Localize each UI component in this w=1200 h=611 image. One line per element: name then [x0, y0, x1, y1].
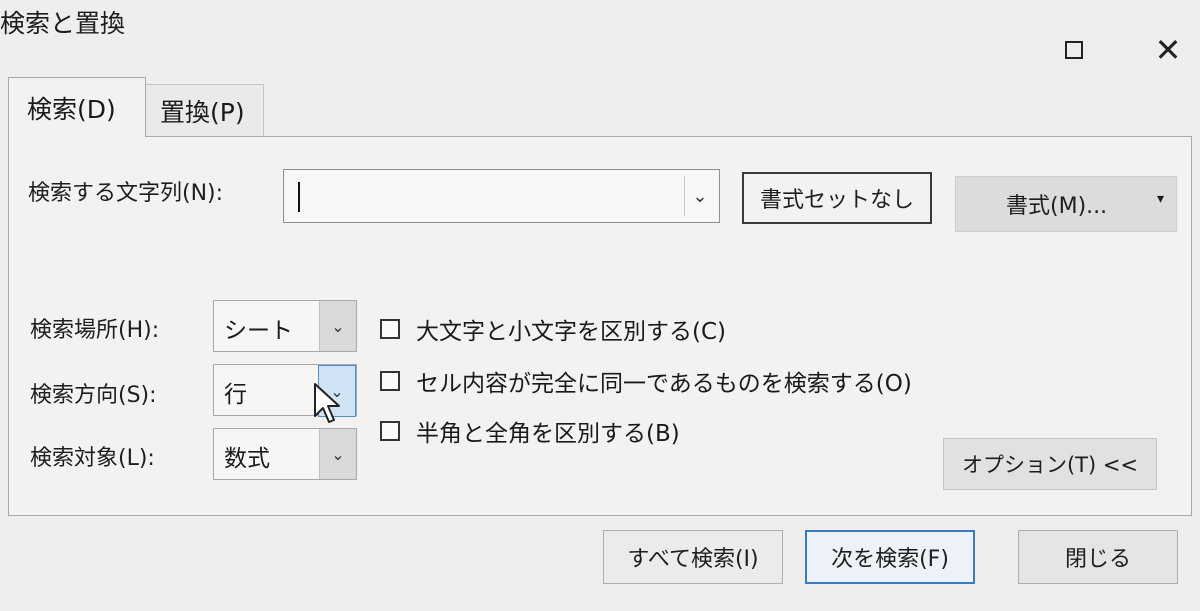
checkbox-box[interactable] [380, 421, 400, 441]
format-button[interactable]: 書式(M)... ▾ [955, 176, 1177, 232]
format-label: 書式(M)... [1006, 194, 1108, 219]
within-value: シート [224, 318, 293, 344]
match-entire-cell-checkbox[interactable]: セル内容が完全に同一であるものを検索する(O) [380, 364, 912, 398]
options-toggle-button[interactable]: オプション(T) << [943, 438, 1157, 490]
tab-replace[interactable]: 置換(P) [146, 84, 264, 136]
match-byte-checkbox[interactable]: 半角と全角を区別する(B) [380, 414, 680, 448]
tab-find-label: 検索(D) [27, 94, 116, 124]
tab-find[interactable]: 検索(D) [8, 77, 146, 137]
options-toggle-label: オプション(T) << [961, 453, 1139, 477]
search-direction-value: 行 [224, 382, 247, 408]
checkbox-box[interactable] [380, 371, 400, 391]
close-icon: ✕ [1154, 31, 1182, 69]
match-entire-cell-label: セル内容が完全に同一であるものを検索する(O) [416, 371, 912, 397]
find-what-label: 検索する文字列(N): [28, 181, 224, 206]
look-in-select[interactable]: 数式 ⌄ [213, 428, 357, 480]
close-button[interactable]: 閉じる [1018, 530, 1178, 584]
find-replace-dialog: 検索と置換 ✕ 検索(D) 置換(P) 検索する文字列(N): ⌄ 書式セットな… [0, 0, 1200, 611]
maximize-button[interactable] [1052, 30, 1096, 70]
find-next-button[interactable]: 次を検索(F) [805, 530, 975, 584]
text-caret [298, 182, 300, 212]
find-what-input[interactable] [290, 176, 692, 216]
chevron-down-icon[interactable]: ⌄ [319, 429, 356, 479]
window-title: 検索と置換 [0, 9, 126, 38]
checkbox-box[interactable] [380, 319, 400, 339]
maximize-icon [1065, 41, 1083, 59]
chevron-down-icon: ⌄ [692, 185, 708, 207]
tab-replace-label: 置換(P) [160, 97, 245, 127]
within-select[interactable]: シート ⌄ [213, 300, 357, 352]
within-label: 検索場所(H): [30, 318, 160, 343]
no-format-set-button[interactable]: 書式セットなし [742, 172, 932, 224]
mouse-pointer-icon [314, 383, 340, 423]
find-next-label: 次を検索(F) [831, 547, 949, 572]
match-case-checkbox[interactable]: 大文字と小文字を区別する(C) [380, 312, 726, 346]
look-in-value: 数式 [224, 446, 270, 472]
dropdown-arrow-icon: ▾ [1156, 191, 1164, 207]
search-direction-label: 検索方向(S): [30, 383, 157, 408]
chevron-down-icon[interactable]: ⌄ [319, 301, 356, 351]
find-what-dropdown-button[interactable]: ⌄ [684, 176, 715, 216]
find-all-label: すべて検索(I) [627, 547, 759, 572]
look-in-label: 検索対象(L): [30, 446, 155, 471]
find-all-button[interactable]: すべて検索(I) [603, 530, 783, 584]
no-format-set-label: 書式セットなし [759, 188, 914, 213]
close-label: 閉じる [1064, 547, 1131, 572]
close-window-button[interactable]: ✕ [1146, 30, 1190, 70]
match-byte-label: 半角と全角を区別する(B) [416, 421, 680, 447]
find-what-combo[interactable]: ⌄ [283, 169, 720, 223]
match-case-label: 大文字と小文字を区別する(C) [416, 319, 727, 345]
